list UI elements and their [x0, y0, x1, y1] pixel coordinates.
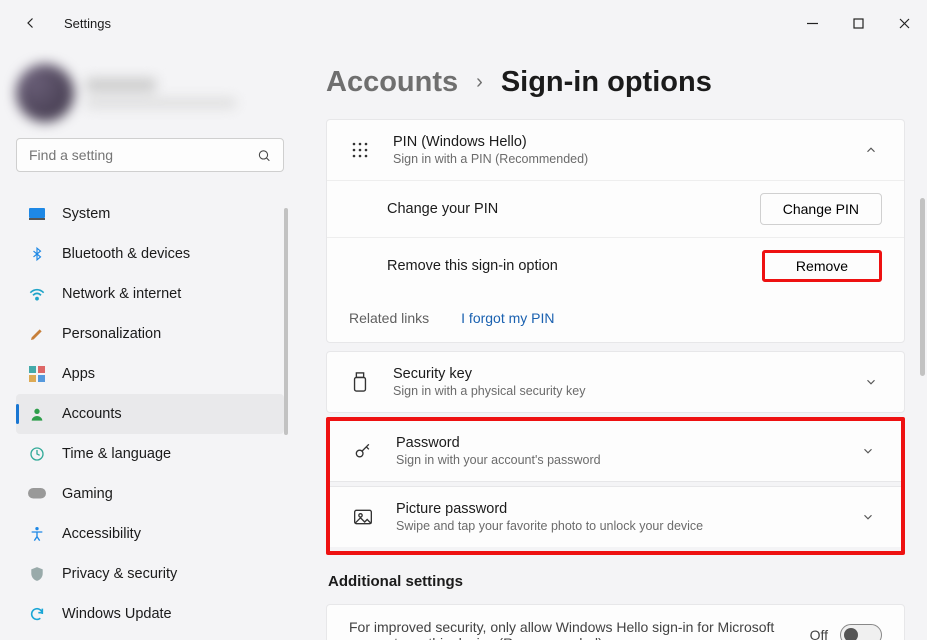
hello-only-description: For improved security, only allow Window… [349, 619, 779, 640]
breadcrumb-parent[interactable]: Accounts [326, 66, 458, 99]
sidebar-item-label: Time & language [62, 446, 171, 462]
sidebar-item-label: Personalization [62, 326, 161, 342]
sidebar-item-label: Network & internet [62, 286, 181, 302]
sidebar-item-network[interactable]: Network & internet [16, 274, 284, 314]
titlebar-left: Settings [22, 14, 111, 32]
pin-header[interactable]: PIN (Windows Hello) Sign in with a PIN (… [327, 120, 904, 180]
nav-list: System Bluetooth & devices Network & int… [16, 194, 284, 634]
minimize-button[interactable] [789, 0, 835, 46]
sidebar-item-gaming[interactable]: Gaming [16, 474, 284, 514]
close-button[interactable] [881, 0, 927, 46]
accessibility-icon [28, 525, 46, 543]
security-key-subtitle: Sign in with a physical security key [393, 384, 842, 398]
close-icon [899, 18, 910, 29]
page-title: Sign-in options [501, 66, 712, 99]
password-title: Password [396, 435, 839, 451]
wifi-icon [28, 285, 46, 303]
back-button[interactable] [22, 14, 40, 32]
brush-icon [28, 325, 46, 343]
titlebar: Settings [0, 0, 927, 46]
key-icon [352, 440, 374, 462]
hello-only-toggle-row: For improved security, only allow Window… [326, 604, 905, 640]
remove-pin-button[interactable]: Remove [762, 250, 882, 282]
sidebar-item-label: System [62, 206, 110, 222]
forgot-pin-link[interactable]: I forgot my PIN [461, 310, 554, 326]
toggle-state-label: Off [810, 627, 828, 640]
change-pin-button[interactable]: Change PIN [760, 193, 882, 225]
minimize-icon [807, 18, 818, 29]
change-pin-row: Change your PIN Change PIN [327, 180, 904, 237]
chevron-down-icon [861, 510, 879, 524]
hello-only-toggle[interactable] [840, 624, 882, 640]
sidebar-item-time-language[interactable]: Time & language [16, 434, 284, 474]
sidebar-item-label: Accessibility [62, 526, 141, 542]
sidebar-item-accounts[interactable]: Accounts [16, 394, 284, 434]
additional-settings-heading: Additional settings [328, 573, 905, 590]
sidebar-item-label: Apps [62, 366, 95, 382]
numpad-icon [349, 139, 371, 161]
related-links-row: Related links I forgot my PIN [327, 294, 904, 342]
search-box[interactable] [16, 138, 284, 172]
security-key-title: Security key [393, 366, 842, 382]
change-pin-label: Change your PIN [387, 201, 498, 217]
picture-password-title: Picture password [396, 501, 839, 517]
pin-title: PIN (Windows Hello) [393, 134, 842, 150]
signin-option-picture-password[interactable]: Picture password Swipe and tap your favo… [330, 486, 901, 547]
clock-globe-icon [28, 445, 46, 463]
remove-pin-row: Remove this sign-in option Remove [327, 237, 904, 294]
sidebar-item-label: Bluetooth & devices [62, 246, 190, 262]
related-links-label: Related links [349, 310, 429, 326]
signin-option-security-key[interactable]: Security key Sign in with a physical sec… [326, 351, 905, 413]
chevron-up-icon [864, 143, 882, 157]
gamepad-icon [28, 485, 46, 503]
sidebar-item-system[interactable]: System [16, 194, 284, 234]
person-icon [28, 405, 46, 423]
sidebar-item-label: Privacy & security [62, 566, 177, 582]
profile-name [86, 78, 156, 92]
bluetooth-icon [28, 245, 46, 263]
chevron-down-icon [861, 444, 879, 458]
window-controls [789, 0, 927, 46]
update-icon [28, 605, 46, 623]
signin-option-password[interactable]: Password Sign in with your account's pas… [330, 421, 901, 482]
sidebar-item-label: Windows Update [62, 606, 172, 622]
sidebar: System Bluetooth & devices Network & int… [0, 46, 300, 640]
avatar [16, 64, 74, 122]
window-title: Settings [64, 16, 111, 31]
maximize-icon [853, 18, 864, 29]
sidebar-item-privacy[interactable]: Privacy & security [16, 554, 284, 594]
search-input[interactable] [29, 147, 257, 163]
shield-icon [28, 565, 46, 583]
apps-icon [28, 365, 46, 383]
picture-password-subtitle: Swipe and tap your favorite photo to unl… [396, 519, 839, 533]
usb-key-icon [349, 371, 371, 393]
breadcrumb: Accounts › Sign-in options [326, 66, 905, 99]
sidebar-item-label: Gaming [62, 486, 113, 502]
search-icon [257, 148, 271, 163]
sidebar-item-accessibility[interactable]: Accessibility [16, 514, 284, 554]
highlighted-options-group: Password Sign in with your account's pas… [326, 417, 905, 555]
scrollbar-thumb[interactable] [920, 198, 925, 376]
sidebar-item-windows-update[interactable]: Windows Update [16, 594, 284, 634]
sidebar-item-label: Accounts [62, 406, 122, 422]
arrow-left-icon [22, 14, 40, 32]
main-panel: Accounts › Sign-in options PIN (Windows … [300, 46, 927, 640]
signin-option-pin: PIN (Windows Hello) Sign in with a PIN (… [326, 119, 905, 343]
sidebar-item-personalization[interactable]: Personalization [16, 314, 284, 354]
monitor-icon [28, 205, 46, 223]
profile-block[interactable] [16, 64, 284, 122]
content: System Bluetooth & devices Network & int… [0, 46, 927, 640]
profile-text [86, 78, 236, 108]
remove-pin-label: Remove this sign-in option [387, 258, 558, 274]
sidebar-item-bluetooth[interactable]: Bluetooth & devices [16, 234, 284, 274]
pin-subtitle: Sign in with a PIN (Recommended) [393, 152, 842, 166]
chevron-down-icon [864, 375, 882, 389]
profile-sub [86, 98, 236, 108]
password-subtitle: Sign in with your account's password [396, 453, 839, 467]
chevron-right-icon: › [476, 71, 483, 94]
maximize-button[interactable] [835, 0, 881, 46]
sidebar-item-apps[interactable]: Apps [16, 354, 284, 394]
picture-icon [352, 506, 374, 528]
